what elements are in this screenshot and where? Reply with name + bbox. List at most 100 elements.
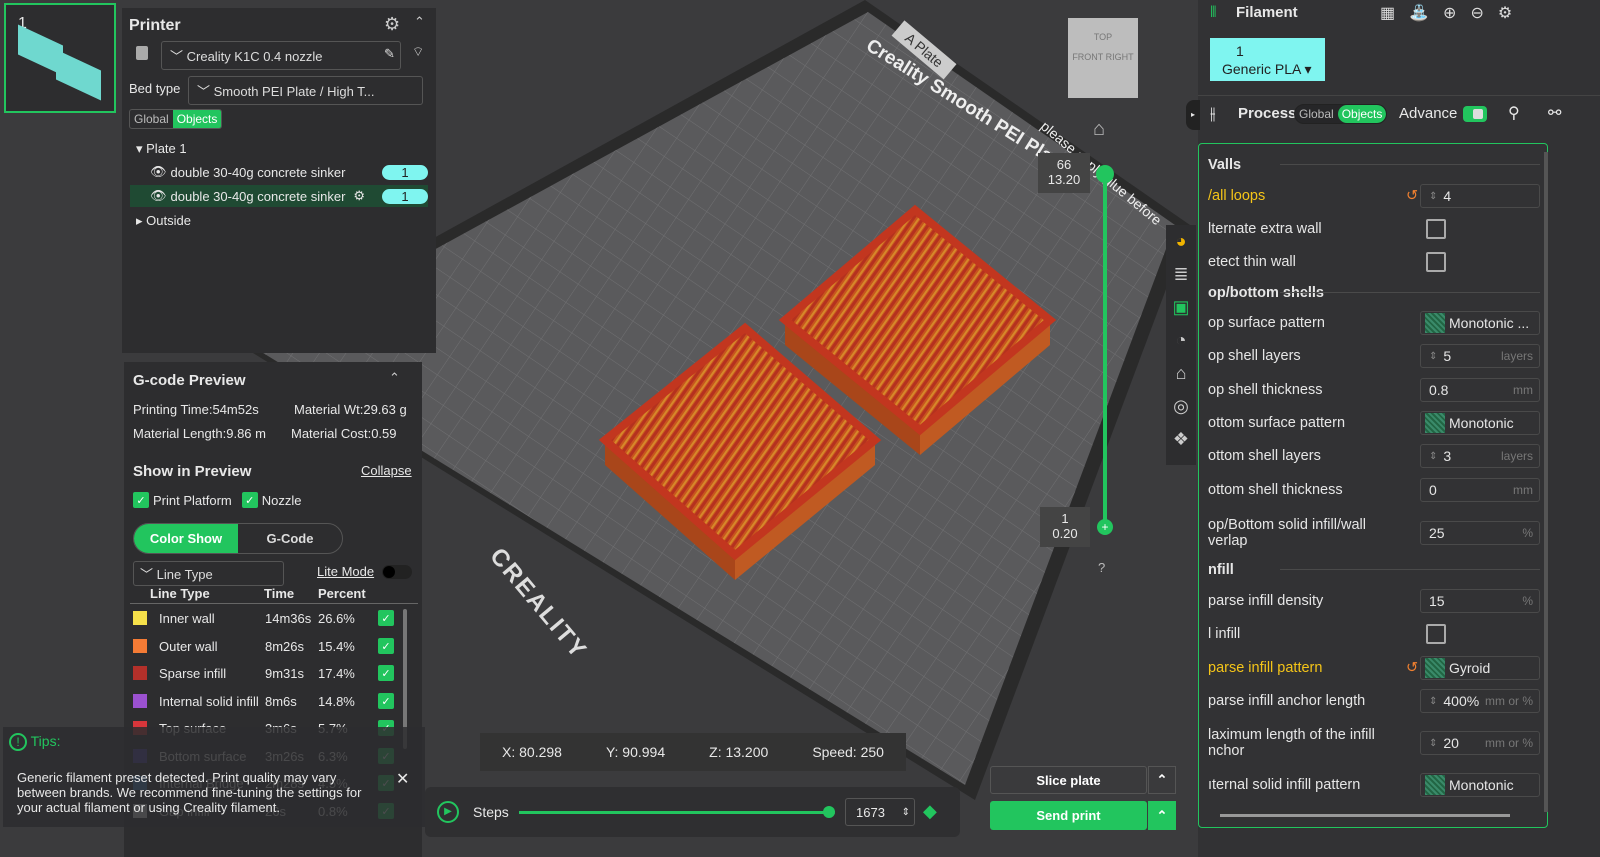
settings-icon[interactable]: ⚙ <box>353 188 365 204</box>
setting-checkbox[interactable] <box>1426 624 1446 644</box>
tree-outside[interactable]: ▸ Outside <box>136 213 191 229</box>
tab-color-show[interactable]: Color Show <box>134 524 238 553</box>
pattern-select[interactable]: Monotonic <box>1420 773 1540 797</box>
steps-slider-handle[interactable] <box>822 806 835 818</box>
setting-input[interactable]: ⇕ 20 mm or % <box>1420 731 1540 755</box>
visibility-checkbox[interactable]: ✓ <box>378 638 394 654</box>
advance-toggle[interactable] <box>1463 106 1487 122</box>
spinner-icon[interactable]: ⇕ <box>1429 451 1437 462</box>
filament-badge[interactable]: 1 <box>382 164 428 180</box>
view-type-select[interactable]: ﹀ Line Type <box>133 561 284 586</box>
sync-filament-icon[interactable]: ▦ <box>1380 3 1395 23</box>
sidebar-toggle-icon[interactable]: ▸ <box>1186 100 1200 130</box>
flush-icon[interactable]: ⛲ <box>1409 3 1429 23</box>
plate-thumbnail[interactable]: 1 <box>4 3 116 113</box>
lite-mode-toggle[interactable] <box>382 565 412 579</box>
steps-slider[interactable] <box>519 811 835 814</box>
setting-input[interactable]: ⇕ 4 <box>1420 184 1540 208</box>
cube-front[interactable]: FRONT <box>1072 52 1103 62</box>
layer-slider-top-handle[interactable] <box>1096 165 1114 183</box>
home-icon[interactable]: ⌂ <box>1093 118 1105 141</box>
eye-icon[interactable]: 👁 <box>150 164 167 180</box>
collapse-icon[interactable]: ⌃ <box>414 14 425 30</box>
tree-plate[interactable]: ▾ Plate 1 <box>136 141 187 157</box>
filament-slot[interactable]: 1 Generic PLA ▾ <box>1210 38 1325 81</box>
spinner-icon[interactable]: ⇕ <box>1429 191 1437 202</box>
slice-dropdown-button[interactable]: ⌃ <box>1148 766 1176 794</box>
compare-icon[interactable]: ⚲ <box>1508 103 1520 123</box>
visibility-checkbox[interactable]: ✓ <box>378 610 394 626</box>
spinner-icon[interactable]: ⇕ <box>1429 351 1437 362</box>
pattern-select[interactable]: Monotonic <box>1420 411 1540 435</box>
cube-right[interactable]: RIGHT <box>1106 52 1134 62</box>
collapse-link[interactable]: Collapse <box>361 463 412 478</box>
setting-input[interactable]: 0.8 mm <box>1420 378 1540 402</box>
spinner-icon[interactable]: ⇕ <box>1429 696 1437 707</box>
gear-icon[interactable]: ⚙ <box>384 14 400 35</box>
layers-icon[interactable]: ◆ <box>923 801 937 822</box>
print-platform-checkbox[interactable]: ✓ <box>133 492 149 508</box>
eye-icon[interactable]: 👁 <box>150 188 167 204</box>
cube-top[interactable]: TOP <box>1094 32 1112 42</box>
bed-type-select[interactable]: ﹀ Smooth PEI Plate / High T... <box>188 76 423 105</box>
global-option[interactable]: Global <box>130 110 173 128</box>
layer-slider-track[interactable] <box>1103 172 1107 527</box>
target-icon[interactable]: ◎ <box>1173 396 1189 417</box>
view-cube[interactable]: TOP FRONT RIGHT <box>1068 18 1138 98</box>
plate-icon[interactable]: ▣ <box>1172 297 1189 318</box>
edit-icon[interactable]: ✎ <box>384 46 395 62</box>
objects-option[interactable]: Objects <box>1337 105 1387 123</box>
setting-label: op shell thickness <box>1208 382 1323 398</box>
spinner-icon[interactable]: ⇕ <box>1429 738 1437 749</box>
setting-input[interactable]: 25% <box>1420 521 1540 545</box>
preview-mode-tabs[interactable]: Color Show G-Code <box>133 523 343 554</box>
spinner-icon[interactable]: ⇕ <box>902 807 910 818</box>
settings-scrollbar[interactable] <box>1544 152 1548 812</box>
setting-input[interactable]: ⇕ 400% mm or % <box>1420 689 1540 713</box>
play-icon[interactable]: ▶ <box>437 801 459 823</box>
gear-icon[interactable]: ⚙ <box>1498 3 1512 23</box>
line-type-time: 8m6s <box>265 693 297 709</box>
steps-input[interactable]: 1673 ⇕ <box>845 798 915 826</box>
reset-icon[interactable]: ↺ <box>1406 660 1418 676</box>
pattern-select[interactable]: Monotonic ... <box>1420 311 1540 335</box>
printer-select[interactable]: ﹀ Creality K1C 0.4 nozzle <box>161 41 401 70</box>
color-palette-icon[interactable]: ◕ <box>1176 231 1187 252</box>
filament-badge[interactable]: 1 <box>382 188 428 204</box>
process-scope-toggle[interactable]: Global Objects <box>1294 104 1388 124</box>
help-icon[interactable]: ? <box>1098 560 1105 575</box>
slice-plate-button[interactable]: Slice plate <box>990 766 1147 794</box>
layer-slider-bottom-handle[interactable]: + <box>1097 519 1113 535</box>
close-icon[interactable]: ✕ <box>396 769 409 789</box>
remove-filament-icon[interactable]: ⊖ <box>1470 3 1483 23</box>
tree-object-selected[interactable]: 👁 double 30-40g concrete sinker ⚙ 1 <box>130 185 428 207</box>
visibility-checkbox[interactable]: ✓ <box>378 665 394 681</box>
send-dropdown-button[interactable]: ⌃ <box>1148 801 1176 830</box>
share-icon[interactable]: ⚯ <box>1548 103 1561 123</box>
setting-input[interactable]: 0 mm <box>1420 478 1540 502</box>
pattern-select[interactable]: Gyroid <box>1420 656 1540 680</box>
setting-label: etect thin wall <box>1208 254 1296 270</box>
objects-option[interactable]: Objects <box>172 110 222 128</box>
tree-object[interactable]: 👁 double 30-40g concrete sinker 1 <box>130 161 428 183</box>
setting-input[interactable]: ⇕ 5 layers <box>1420 344 1540 368</box>
grid-icon[interactable]: ❖ <box>1173 429 1189 450</box>
wifi-icon[interactable]: ⌔ <box>412 44 424 60</box>
visibility-checkbox[interactable]: ✓ <box>378 693 394 709</box>
setting-checkbox[interactable] <box>1426 252 1446 272</box>
layers-icon[interactable]: ≣ <box>1173 264 1188 285</box>
global-option[interactable]: Global <box>1295 105 1338 123</box>
nozzle-checkbox[interactable]: ✓ <box>241 492 258 508</box>
speed-icon[interactable]: ◔ <box>1176 330 1187 351</box>
add-filament-icon[interactable]: ⊕ <box>1443 3 1456 23</box>
send-print-button[interactable]: Send print <box>990 801 1147 830</box>
tab-gcode[interactable]: G-Code <box>238 524 342 553</box>
horizontal-scrollbar[interactable] <box>1220 814 1510 817</box>
setting-input[interactable]: 15% <box>1420 589 1540 613</box>
reset-icon[interactable]: ↺ <box>1406 188 1418 204</box>
collapse-icon[interactable]: ⌃ <box>389 370 400 386</box>
scope-toggle[interactable]: Global Objects <box>129 109 223 129</box>
setting-input[interactable]: ⇕ 3 layers <box>1420 444 1540 468</box>
setting-checkbox[interactable] <box>1426 219 1446 239</box>
tower-icon[interactable]: ⌂ <box>1176 363 1187 384</box>
